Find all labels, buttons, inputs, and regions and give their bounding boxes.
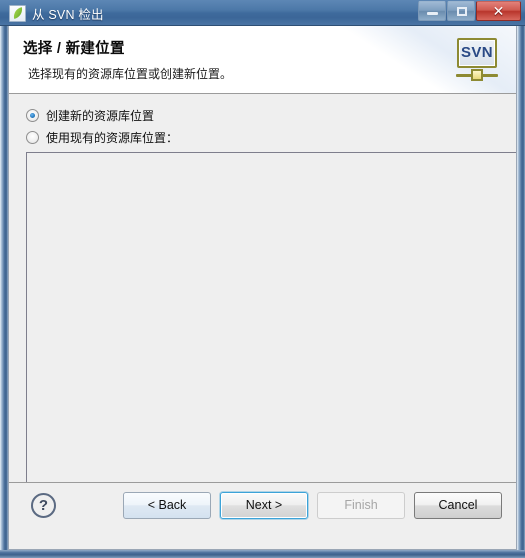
next-button[interactable]: Next > — [220, 492, 308, 519]
radio-button-icon-use-existing[interactable] — [26, 131, 39, 144]
window-frame-bottom — [0, 550, 525, 558]
repository-location-list[interactable] — [26, 152, 516, 527]
wizard-body: 创建新的资源库位置 使用现有的资源库位置： — [9, 94, 516, 527]
window-frame-left — [0, 26, 8, 558]
window-frame-right — [517, 26, 525, 558]
cancel-button[interactable]: Cancel — [414, 492, 502, 519]
dialog-button-bar: < Back Next > Finish Cancel — [123, 492, 502, 519]
page-subtitle: 选择现有的资源库位置或创建新位置。 — [28, 67, 233, 81]
window-controls: ✕ — [418, 1, 521, 22]
page-title: 选择 / 新建位置 — [23, 41, 125, 57]
close-icon: ✕ — [492, 3, 505, 19]
title-bar[interactable]: 从 SVN 检出 ✕ — [0, 0, 525, 26]
radio-label-use-existing: 使用现有的资源库位置： — [46, 131, 179, 145]
radio-use-existing-location[interactable]: 使用现有的资源库位置： — [26, 129, 178, 146]
svn-logo-knob — [471, 69, 483, 81]
checkout-from-svn-dialog: 从 SVN 检出 ✕ 选择 / 新建位置 选择现有的资源库位置或创建新位置。 S… — [0, 0, 525, 558]
dialog-footer: ? < Back Next > Finish Cancel — [9, 482, 516, 549]
radio-create-new-location[interactable]: 创建新的资源库位置 — [26, 107, 154, 124]
dialog-client-area: 选择 / 新建位置 选择现有的资源库位置或创建新位置。 SVN 创建新的资源库位… — [8, 26, 517, 550]
finish-button: Finish — [317, 492, 405, 519]
back-button[interactable]: < Back — [123, 492, 211, 519]
minimize-button[interactable] — [418, 1, 446, 21]
window-title: 从 SVN 检出 — [32, 7, 104, 22]
wizard-header: 选择 / 新建位置 选择现有的资源库位置或创建新位置。 SVN — [9, 26, 516, 94]
svn-logo-icon: SVN — [454, 38, 500, 84]
svn-leaf-icon — [9, 4, 26, 22]
radio-button-icon-create-new[interactable] — [26, 109, 39, 122]
title-bar-left: 从 SVN 检出 — [9, 3, 104, 23]
svn-logo-box: SVN — [457, 38, 497, 68]
help-icon[interactable]: ? — [31, 493, 56, 518]
radio-label-create-new: 创建新的资源库位置 — [46, 109, 155, 123]
svn-logo-text: SVN — [460, 44, 494, 61]
close-button[interactable]: ✕ — [476, 1, 521, 21]
maximize-button[interactable] — [447, 1, 475, 21]
